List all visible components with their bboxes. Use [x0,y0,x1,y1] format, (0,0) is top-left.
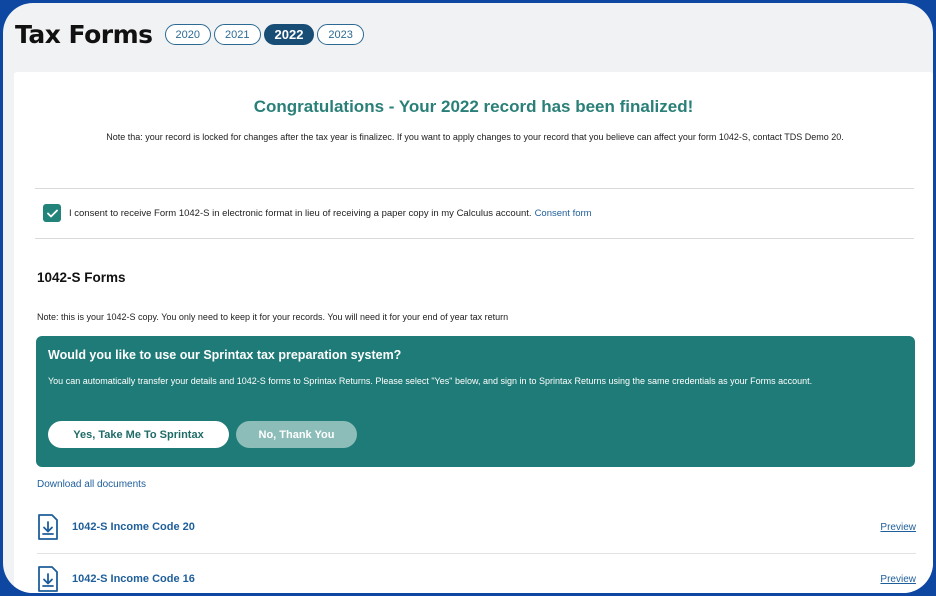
page-title: Tax Forms [15,20,153,49]
forms-section-title: 1042-S Forms [37,270,126,285]
consent-text: I consent to receive Form 1042-S in elec… [69,207,532,219]
app-frame: Tax Forms 2020 2021 2022 2023 Congratula… [3,3,933,593]
finalized-note: Note tha: your record is locked for chan… [106,132,844,142]
download-all-link[interactable]: Download all documents [37,479,146,490]
consent-checkbox[interactable] [43,204,61,222]
document-row: 1042-S Income Code 20 Preview [37,512,916,542]
consent-row: I consent to receive Form 1042-S in elec… [43,204,592,222]
document-download-icon[interactable] [37,566,59,592]
no-thanks-button[interactable]: No, Thank You [236,421,357,448]
document-name[interactable]: 1042-S Income Code 20 [72,521,195,533]
document-download-icon[interactable] [37,514,59,540]
year-tab-2023[interactable]: 2023 [317,24,364,45]
sprintax-banner-text: You can automatically transfer your deta… [48,376,813,386]
year-tab-2022[interactable]: 2022 [263,24,315,45]
yes-sprintax-button[interactable]: Yes, Take Me To Sprintax [48,421,229,448]
row-divider [37,553,916,554]
document-row: 1042-S Income Code 16 Preview [37,564,916,593]
sprintax-banner: Would you like to use our Sprintax tax p… [36,336,915,467]
preview-link[interactable]: Preview [880,574,916,585]
tax-forms-card: Congratulations - Your 2022 record has b… [14,72,933,593]
congratulations-title: Congratulations - Your 2022 record has b… [253,97,694,116]
preview-link[interactable]: Preview [880,522,916,533]
document-name[interactable]: 1042-S Income Code 16 [72,573,195,585]
divider [35,238,914,239]
check-icon [46,209,58,217]
consent-form-link[interactable]: Consent form [535,208,592,219]
year-tab-2021[interactable]: 2021 [214,24,261,45]
sprintax-banner-title: Would you like to use our Sprintax tax p… [48,348,402,362]
forms-section-note: Note: this is your 1042-S copy. You only… [37,312,509,322]
page-header: Tax Forms 2020 2021 2022 2023 [15,20,364,49]
year-tabs: 2020 2021 2022 2023 [164,24,364,45]
year-tab-2020[interactable]: 2020 [164,24,212,45]
divider [35,188,914,189]
